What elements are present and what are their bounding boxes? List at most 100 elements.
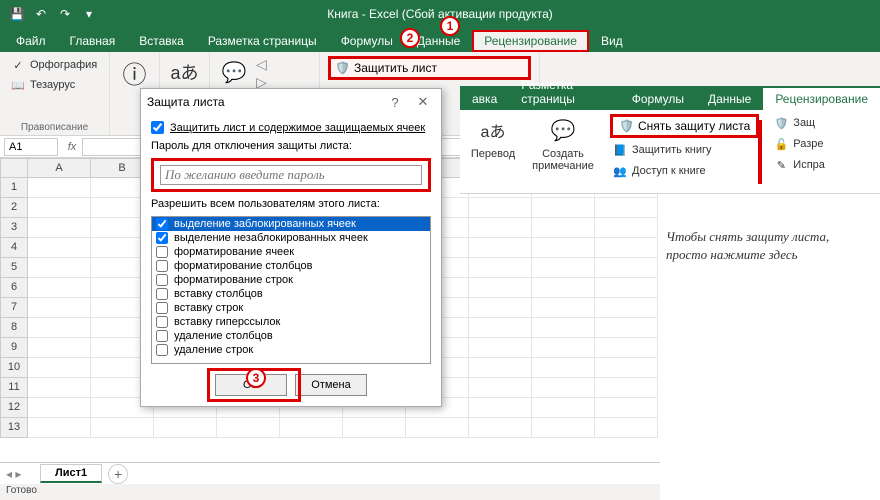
tab-review[interactable]: Рецензирование: [472, 30, 589, 52]
cell[interactable]: [595, 278, 658, 298]
cmd2-translate[interactable]: aあ Перевод: [468, 114, 518, 189]
col-header[interactable]: A: [28, 158, 91, 178]
cell[interactable]: [469, 298, 532, 318]
permission-item[interactable]: удаление столбцов: [152, 329, 430, 343]
permissions-list[interactable]: выделение заблокированных ячееквыделение…: [151, 216, 431, 364]
cell[interactable]: [91, 418, 154, 438]
row-header[interactable]: 7: [0, 298, 28, 318]
cell[interactable]: [28, 378, 91, 398]
cell[interactable]: [595, 218, 658, 238]
select-all-triangle[interactable]: [0, 158, 28, 178]
cmd-spelling[interactable]: ✓ Орфография: [8, 56, 101, 74]
undo-icon[interactable]: ↶: [32, 5, 50, 23]
tab-file[interactable]: Файл: [4, 30, 58, 52]
comment-prev-icon[interactable]: ◁: [256, 56, 267, 73]
cell[interactable]: [595, 358, 658, 378]
name-box[interactable]: [4, 138, 58, 156]
cell[interactable]: [28, 338, 91, 358]
cell[interactable]: [532, 298, 595, 318]
cmd2-protect-range[interactable]: 🛡️ Защ: [771, 114, 827, 132]
tab2-formulas[interactable]: Формулы: [620, 88, 696, 110]
cmd2-track-changes[interactable]: ✎ Испра: [771, 156, 827, 174]
cell[interactable]: [28, 418, 91, 438]
cell[interactable]: [28, 358, 91, 378]
cell[interactable]: [595, 198, 658, 218]
cell[interactable]: [469, 318, 532, 338]
cell[interactable]: [469, 238, 532, 258]
tab2-pagelayout[interactable]: Разметка страницы: [509, 74, 620, 110]
row-header[interactable]: 11: [0, 378, 28, 398]
permission-item[interactable]: вставку столбцов: [152, 287, 430, 301]
row-header[interactable]: 10: [0, 358, 28, 378]
cell[interactable]: [469, 338, 532, 358]
row-header[interactable]: 12: [0, 398, 28, 418]
cell[interactable]: [406, 418, 469, 438]
cell[interactable]: [532, 398, 595, 418]
cell[interactable]: [28, 258, 91, 278]
permission-checkbox[interactable]: [156, 288, 168, 300]
cell[interactable]: [154, 418, 217, 438]
cell[interactable]: [469, 278, 532, 298]
cell[interactable]: [28, 278, 91, 298]
row-header[interactable]: 5: [0, 258, 28, 278]
cell[interactable]: [595, 238, 658, 258]
cell[interactable]: [532, 338, 595, 358]
cell[interactable]: [532, 238, 595, 258]
row-header[interactable]: 2: [0, 198, 28, 218]
row-header[interactable]: 1: [0, 178, 28, 198]
cmd2-allow-ranges[interactable]: 🔓 Разре: [771, 135, 827, 153]
protect-contents-checkbox[interactable]: Защитить лист и содержимое защищаемых яч…: [151, 121, 431, 134]
cell[interactable]: [28, 298, 91, 318]
cell[interactable]: [28, 218, 91, 238]
cell[interactable]: [595, 298, 658, 318]
cell[interactable]: [469, 358, 532, 378]
permission-checkbox[interactable]: [156, 316, 168, 328]
tab-insert[interactable]: Вставка: [127, 30, 196, 52]
dialog-close-button[interactable]: ✕: [411, 92, 435, 112]
fx-icon[interactable]: fx: [62, 141, 82, 153]
tab-view[interactable]: Вид: [589, 30, 635, 52]
cell[interactable]: [532, 378, 595, 398]
cmd2-share-workbook[interactable]: 👥 Доступ к книге: [610, 162, 759, 180]
row-header[interactable]: 4: [0, 238, 28, 258]
permission-checkbox[interactable]: [156, 218, 168, 230]
cell[interactable]: [595, 378, 658, 398]
tab-formulas[interactable]: Формулы: [329, 30, 405, 52]
permission-item[interactable]: форматирование ячеек: [152, 245, 430, 259]
cmd2-new-comment[interactable]: 💬 Создать примечание: [528, 114, 598, 189]
cell[interactable]: [469, 198, 532, 218]
tab2-review[interactable]: Рецензирование: [763, 88, 880, 110]
sheet-tab-1[interactable]: Лист1: [40, 464, 102, 483]
cell[interactable]: [28, 198, 91, 218]
cell[interactable]: [469, 218, 532, 238]
password-input[interactable]: [160, 165, 422, 185]
cell[interactable]: [595, 258, 658, 278]
cancel-button[interactable]: Отмена: [295, 374, 367, 396]
cell[interactable]: [532, 278, 595, 298]
cell[interactable]: [343, 418, 406, 438]
dialog-help-button[interactable]: ?: [383, 92, 407, 112]
cell[interactable]: [280, 418, 343, 438]
cell[interactable]: [595, 338, 658, 358]
cell[interactable]: [469, 258, 532, 278]
protect-contents-check-input[interactable]: [151, 121, 164, 134]
permission-checkbox[interactable]: [156, 260, 168, 272]
permission-item[interactable]: форматирование строк: [152, 273, 430, 287]
cell[interactable]: [532, 358, 595, 378]
permission-checkbox[interactable]: [156, 232, 168, 244]
cell[interactable]: [469, 378, 532, 398]
tab-home[interactable]: Главная: [58, 30, 128, 52]
cmd-translate[interactable]: aあ: [168, 56, 201, 90]
permission-item[interactable]: выделение незаблокированных ячеек: [152, 231, 430, 245]
cell[interactable]: [28, 398, 91, 418]
permission-checkbox[interactable]: [156, 344, 168, 356]
cell[interactable]: [532, 218, 595, 238]
row-header[interactable]: 9: [0, 338, 28, 358]
tab2-insert[interactable]: авка: [460, 88, 509, 110]
cmd-protect-sheet[interactable]: 🛡️ Защитить лист: [328, 56, 531, 80]
permission-item[interactable]: форматирование столбцов: [152, 259, 430, 273]
cell[interactable]: [532, 258, 595, 278]
tab2-data[interactable]: Данные: [696, 88, 763, 110]
cmd-smart-lookup[interactable]: ⓘ: [118, 56, 151, 90]
cell[interactable]: [595, 318, 658, 338]
